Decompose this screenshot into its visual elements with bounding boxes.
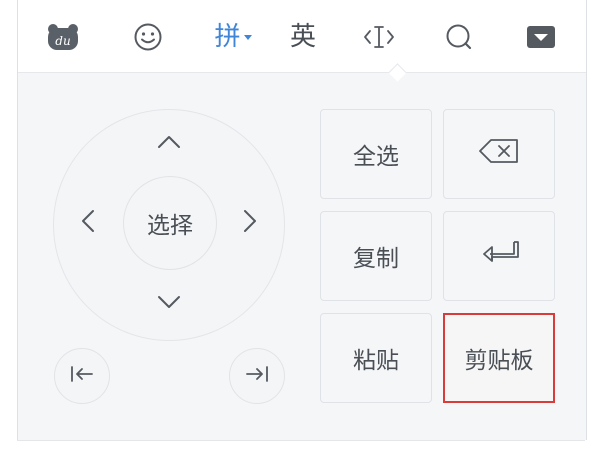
arrow-right-button[interactable] [232, 203, 268, 243]
arrow-up-button[interactable] [149, 125, 189, 161]
select-all-label: 全选 [353, 144, 399, 170]
english-label: 英 [289, 22, 316, 52]
clipboard-button[interactable]: 剪贴板 [443, 313, 555, 403]
search-icon [444, 22, 474, 52]
chevron-down-icon [157, 294, 181, 313]
du-logo-icon: du [45, 22, 81, 52]
enter-button[interactable] [443, 211, 555, 301]
smiley-icon [133, 22, 163, 52]
paste-label: 粘贴 [353, 348, 399, 374]
bottom-divider [17, 440, 585, 441]
pinyin-button[interactable]: 拼 [207, 14, 259, 60]
english-button[interactable]: 英 [280, 14, 326, 60]
arrow-down-button[interactable] [149, 285, 189, 321]
select-button[interactable]: 选择 [123, 176, 217, 270]
copy-label: 复制 [353, 246, 399, 272]
keyboard: du 拼 英 选择 全选 复制 粘贴 剪贴板 [0, 0, 600, 450]
pinyin-label: 拼 [214, 24, 252, 50]
chevron-left-icon [81, 209, 95, 237]
clipboard-label: 剪贴板 [464, 348, 534, 374]
text-cursor-icon [362, 22, 396, 52]
backspace-icon [477, 137, 521, 171]
du-logo-button[interactable]: du [40, 14, 86, 60]
jump-end-icon [244, 364, 270, 388]
keyboard-toolbar: du 拼 英 [18, 0, 586, 73]
select-all-button[interactable]: 全选 [320, 109, 432, 199]
edit-panel: du 拼 英 选择 全选 复制 粘贴 剪贴板 [17, 0, 587, 440]
jump-start-icon [69, 364, 95, 388]
hide-keyboard-button[interactable] [518, 14, 564, 60]
backspace-button[interactable] [443, 109, 555, 199]
chevron-right-icon [243, 209, 257, 237]
keyboard-hide-icon [525, 23, 557, 51]
paste-button[interactable]: 粘贴 [320, 313, 432, 403]
search-button[interactable] [436, 14, 482, 60]
select-label: 选择 [147, 213, 193, 239]
dropdown-caret-icon [243, 35, 252, 40]
du-logo-text: du [55, 34, 70, 48]
enter-icon [478, 238, 520, 274]
chevron-up-icon [157, 134, 181, 153]
text-edit-button[interactable] [356, 14, 402, 60]
line-start-button[interactable] [54, 348, 110, 404]
line-end-button[interactable] [229, 348, 285, 404]
copy-button[interactable]: 复制 [320, 211, 432, 301]
arrow-left-button[interactable] [70, 203, 106, 243]
emoji-button[interactable] [125, 14, 171, 60]
